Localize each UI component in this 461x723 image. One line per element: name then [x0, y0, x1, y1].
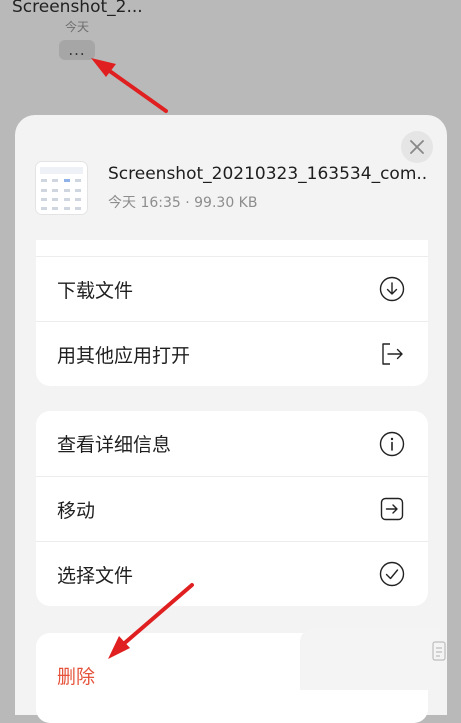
file-thumbnail	[36, 162, 87, 214]
file-actions-sheet: Screenshot_20210323_163534_com.... 今天 16…	[15, 115, 447, 723]
view-details-item[interactable]: 查看详细信息	[36, 411, 428, 476]
select-file-item[interactable]: 选择文件	[36, 541, 428, 606]
move-label: 移动	[57, 499, 96, 522]
file-name: Screenshot_20210323_163534_com....	[108, 164, 428, 184]
select-file-label: 选择文件	[57, 564, 134, 587]
file-meta: 今天 16:35 · 99.30 KB	[108, 195, 258, 211]
more-options-button[interactable]: ...	[59, 40, 95, 60]
info-icon	[378, 430, 406, 458]
calculator-thumbnail-icon	[36, 162, 87, 214]
check-circle-icon	[378, 560, 406, 588]
document-icon[interactable]	[432, 641, 446, 661]
background-file-name: Screenshot_2...	[12, 0, 143, 17]
open-with-label: 用其他应用打开	[57, 344, 191, 367]
close-button[interactable]	[401, 131, 433, 163]
close-icon	[410, 140, 424, 154]
floating-nav-bar	[300, 628, 440, 690]
download-icon	[378, 275, 406, 303]
move-item[interactable]: 移动	[36, 476, 428, 541]
action-group-open: 下载文件 用其他应用打开	[36, 240, 428, 386]
open-with-icon	[378, 340, 406, 368]
view-details-label: 查看详细信息	[57, 434, 172, 456]
delete-label: 删除	[57, 666, 96, 688]
download-file-item[interactable]: 下载文件	[36, 256, 428, 321]
annotation-arrow-top	[91, 58, 168, 113]
open-with-item[interactable]: 用其他应用打开	[36, 321, 428, 386]
move-icon	[378, 495, 406, 523]
download-file-label: 下载文件	[57, 279, 134, 302]
more-dots-icon: ...	[68, 40, 86, 59]
background-file-date: 今天	[65, 20, 90, 34]
action-group-manage: 查看详细信息 移动 选择文件	[36, 411, 428, 606]
